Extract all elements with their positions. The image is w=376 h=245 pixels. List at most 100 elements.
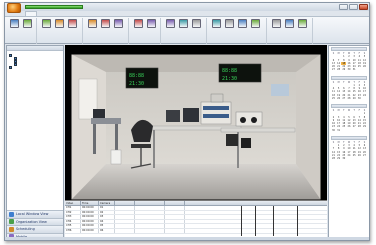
camera-feed[interactable]: 88:88 21:30 88:88 21:30 xyxy=(71,54,321,200)
ribbon-button-icon xyxy=(178,19,188,28)
ribbon-button[interactable] xyxy=(66,19,78,35)
grid-column-header[interactable] xyxy=(115,201,135,205)
calendar-days-grid: S M T W T F S 1 2 3 4 5 6 7 8 9 10 11 12 13 14 15 16 17 18 19 20 21… xyxy=(331,108,367,133)
ribbon-group xyxy=(7,18,37,44)
table-cell xyxy=(135,215,165,219)
ribbon-button-icon xyxy=(113,19,123,28)
ribbon-button[interactable] xyxy=(40,19,52,35)
ribbon-button[interactable] xyxy=(21,19,33,35)
table-cell xyxy=(135,219,165,224)
ribbon-button[interactable] xyxy=(8,19,20,35)
ribbon-group xyxy=(39,18,83,44)
calendar-day[interactable]: 29 xyxy=(362,125,367,128)
ribbon-group xyxy=(163,18,207,44)
grid-column-header[interactable]: Time xyxy=(81,201,99,205)
calendar-day[interactable]: 31 xyxy=(336,129,341,132)
table-cell: 00:00:00 xyxy=(81,224,99,228)
table-cell xyxy=(165,224,185,228)
app-menu-button[interactable] xyxy=(7,3,21,13)
ribbon-button[interactable] xyxy=(145,19,157,35)
ribbon-button[interactable] xyxy=(190,19,202,35)
table-cell xyxy=(165,210,185,215)
ribbon-button[interactable] xyxy=(270,19,282,35)
ribbon-button[interactable] xyxy=(177,19,189,35)
status-bar xyxy=(5,237,369,240)
minimize-button[interactable] xyxy=(339,4,348,10)
ribbon-button[interactable] xyxy=(223,19,235,35)
ribbon-button[interactable] xyxy=(236,19,248,35)
table-cell: 01 xyxy=(99,206,115,210)
ribbon-button-icon xyxy=(211,19,221,28)
close-button[interactable] xyxy=(359,4,368,10)
table-cell: CH4 xyxy=(65,219,81,224)
nav-item-label: Scheduling xyxy=(16,227,35,232)
timeline-marker xyxy=(297,206,298,236)
camera-icon xyxy=(9,66,12,69)
table-cell: 05 xyxy=(99,224,115,228)
grid-column-header[interactable]: Camera xyxy=(99,201,115,205)
calendar-pane: S M T W T F S 1 2 3 4 5 6 7 8 9 10 11 12 13 14 15 16 17 18 19 20 21… xyxy=(328,45,369,240)
ribbon-button[interactable] xyxy=(210,19,222,35)
ribbon-button[interactable] xyxy=(86,19,98,35)
timeline-marker xyxy=(255,206,256,236)
grid-column-header[interactable] xyxy=(165,201,185,205)
app-window: Local Window View Organization View Schedu… xyxy=(4,2,370,241)
table-cell xyxy=(135,206,165,210)
ribbon-button-icon xyxy=(165,19,175,28)
maximize-button[interactable] xyxy=(349,4,358,10)
ribbon-group xyxy=(269,18,313,44)
ribbon-button[interactable] xyxy=(99,19,111,35)
camera-icon xyxy=(9,54,12,57)
ribbon-button-icon xyxy=(284,19,294,28)
ribbon-button-icon xyxy=(237,19,247,28)
calendar-day[interactable]: 31 xyxy=(352,68,357,71)
ribbon-button[interactable] xyxy=(164,19,176,35)
ribbon-button-icon xyxy=(224,19,234,28)
nav-item[interactable]: Scheduling xyxy=(7,225,63,233)
ribbon xyxy=(5,16,369,44)
nav-item[interactable]: Organization View xyxy=(7,217,63,225)
ribbon-button-icon xyxy=(271,19,281,28)
table-cell xyxy=(115,206,135,210)
tree-node[interactable] xyxy=(9,66,61,69)
ribbon-button[interactable] xyxy=(249,19,261,35)
left-pane: Local Window View Organization View Schedu… xyxy=(6,45,64,240)
ribbon-button-icon xyxy=(67,19,77,28)
calendar-day[interactable]: 26 xyxy=(362,65,367,68)
table-row[interactable]: CH6 00:00:00 06 xyxy=(65,228,327,234)
svg-text:88:88: 88:88 xyxy=(129,73,144,79)
ribbon-button[interactable] xyxy=(53,19,65,35)
device-tree xyxy=(7,51,63,72)
calendar-days-grid: S M T W T F S 1 2 3 4 5 6 7 8 9 10 11 12 13 14 15 16 17 18 19 20 21… xyxy=(331,140,367,162)
calendar-day[interactable]: 24 xyxy=(362,94,367,97)
video-view: 88:88 21:30 88:88 21:30 Video Time Camer… xyxy=(65,45,327,240)
table-cell: CH6 xyxy=(65,228,81,233)
grid-column-header[interactable] xyxy=(135,201,165,205)
ribbon-button[interactable] xyxy=(296,19,308,35)
ribbon-button-icon xyxy=(87,19,97,28)
table-cell xyxy=(165,215,185,219)
ribbon-button-icon xyxy=(100,19,110,28)
table-cell xyxy=(135,210,165,215)
ribbon-button-icon xyxy=(133,19,143,28)
ribbon-button-icon xyxy=(191,19,201,28)
grid-column-header[interactable]: Video xyxy=(65,201,81,205)
recording-progress-bar xyxy=(25,5,83,9)
ribbon-button[interactable] xyxy=(283,19,295,35)
ribbon-button-icon xyxy=(250,19,260,28)
month-calendar: S M T W T F S 1 2 3 4 5 6 7 8 9 10 11 12 13 14 15 16 17 18 19 20 21… xyxy=(331,47,367,73)
calendar-day[interactable]: 30 xyxy=(341,157,346,160)
nav-item[interactable]: Local Window View xyxy=(7,210,63,218)
ribbon-button-icon xyxy=(41,19,51,28)
ribbon-button-icon xyxy=(9,19,19,28)
svg-text:88:88: 88:88 xyxy=(222,68,237,74)
ribbon-button[interactable] xyxy=(112,19,124,35)
ribbon-button[interactable] xyxy=(132,19,144,35)
calendar-day[interactable]: 30 xyxy=(357,97,362,100)
month-calendar: S M T W T F S 1 2 3 4 5 6 7 8 9 10 11 12 13 14 15 16 17 18 19 20 21… xyxy=(331,135,367,162)
table-cell: 06 xyxy=(99,228,115,233)
table-cell xyxy=(115,219,135,224)
ribbon-group xyxy=(209,18,267,44)
table-cell: 00:00:00 xyxy=(81,210,99,215)
calendar-day[interactable]: 27 xyxy=(362,154,367,157)
